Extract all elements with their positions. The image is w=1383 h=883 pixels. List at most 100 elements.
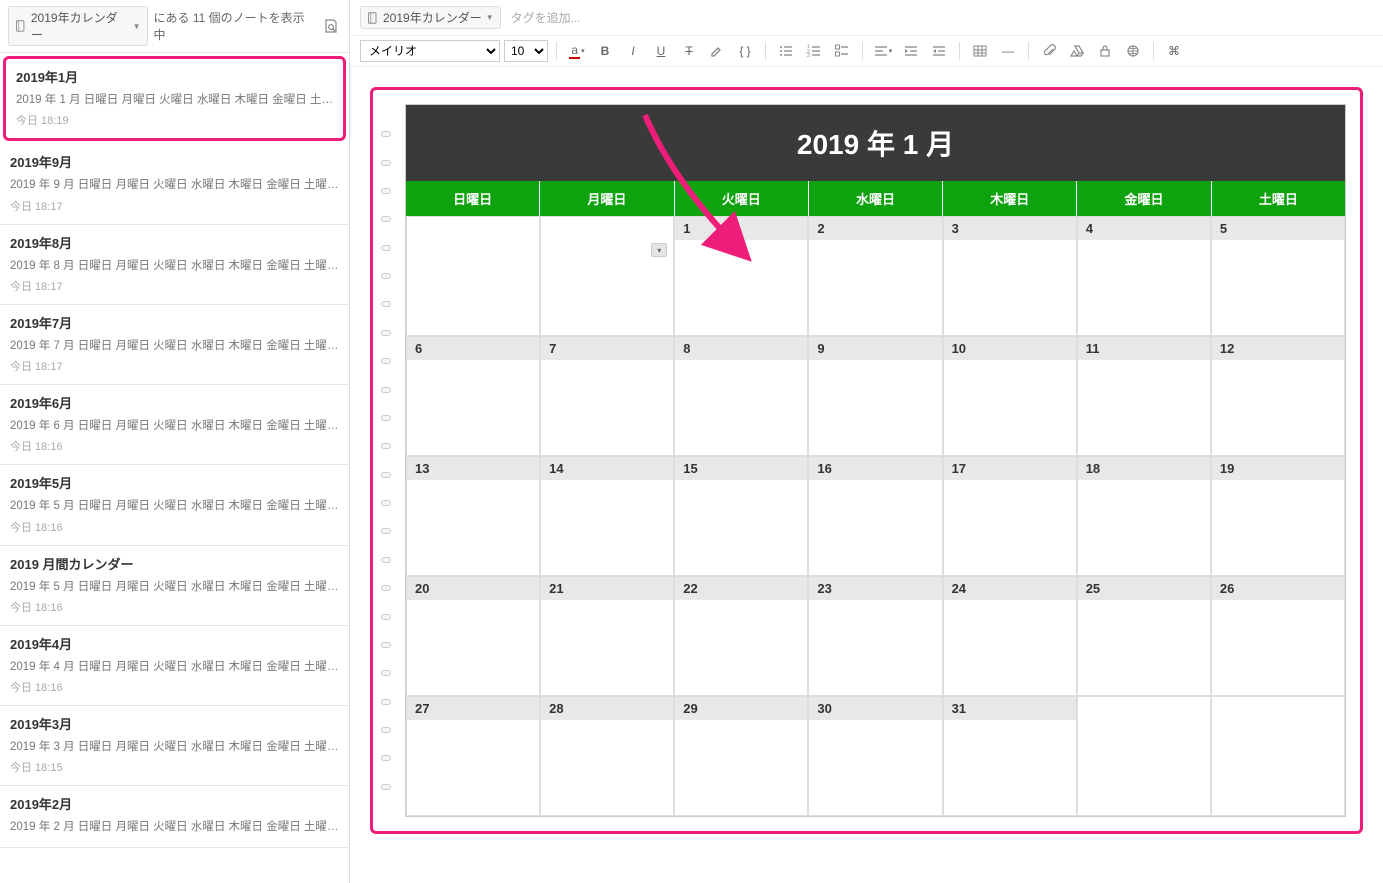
calendar-cell[interactable]: 4 [1077, 216, 1211, 336]
note-title: 2019年8月 [10, 233, 339, 252]
calendar-cell[interactable]: 1 [674, 216, 808, 336]
note-preview: 2019 年 5 月 日曜日 月曜日 火曜日 水曜日 木曜日 金曜日 土曜日 1… [10, 579, 339, 596]
calendar-cell[interactable]: 12 [1211, 336, 1345, 456]
align-button[interactable]: ▾ [871, 40, 895, 62]
calendar-cell[interactable]: 17 [943, 456, 1077, 576]
calendar-cell[interactable]: 15 [674, 456, 808, 576]
highlight-button[interactable] [705, 40, 729, 62]
calendar-date: 8 [675, 337, 807, 360]
calendar-cell[interactable] [1211, 696, 1345, 816]
note-item[interactable]: 2019 月間カレンダー2019 年 5 月 日曜日 月曜日 火曜日 水曜日 木… [0, 546, 349, 626]
calendar-cell[interactable]: 20 [406, 576, 540, 696]
calendar-date: 19 [1212, 457, 1344, 480]
bullet-list-button[interactable] [774, 40, 798, 62]
strikethrough-button[interactable]: T [677, 40, 701, 62]
calendar-cell[interactable]: 18 [1077, 456, 1211, 576]
tag-input[interactable]: タグを追加... [511, 9, 581, 26]
code-block-button[interactable]: { } [733, 40, 757, 62]
link-button[interactable] [1121, 40, 1145, 62]
editor-viewport[interactable]: 2019 年 1 月 日曜日月曜日火曜日水曜日木曜日金曜日土曜日 ▾123456… [350, 67, 1383, 883]
note-time: 今日 18:17 [10, 198, 339, 214]
font-color-button[interactable]: a▾ [565, 40, 589, 62]
calendar-cell[interactable]: 27 [406, 696, 540, 816]
bold-button[interactable]: B [593, 40, 617, 62]
note-time: 今日 18:16 [10, 679, 339, 695]
calendar-date: 14 [541, 457, 673, 480]
editor-header: 2019年カレンダー ▼ タグを追加... [350, 0, 1383, 36]
calendar-cell[interactable]: 25 [1077, 576, 1211, 696]
note-item[interactable]: 2019年2月2019 年 2 月 日曜日 月曜日 火曜日 水曜日 木曜日 金曜… [0, 786, 349, 847]
calendar-cell[interactable]: 6 [406, 336, 540, 456]
calendar-date: 10 [944, 337, 1076, 360]
calendar-cell[interactable]: 28 [540, 696, 674, 816]
calendar-cell[interactable]: 21 [540, 576, 674, 696]
attachment-button[interactable] [1037, 40, 1061, 62]
outdent-button[interactable] [927, 40, 951, 62]
note-preview: 2019 年 5 月 日曜日 月曜日 火曜日 水曜日 木曜日 金曜日 土曜日 1… [10, 498, 339, 515]
editor-notebook-label: 2019年カレンダー [383, 9, 482, 26]
note-item[interactable]: 2019年1月2019 年 1 月 日曜日 月曜日 火曜日 水曜日 木曜日 金曜… [3, 56, 346, 141]
note-title: 2019年7月 [10, 313, 339, 332]
calendar-cell[interactable]: 10 [943, 336, 1077, 456]
calendar-cell[interactable]: 5 [1211, 216, 1345, 336]
horizontal-rule-button[interactable]: — [996, 40, 1020, 62]
calendar-cell[interactable]: 16 [808, 456, 942, 576]
notebook-selector[interactable]: 2019年カレンダー ▼ [8, 6, 148, 46]
font-family-select[interactable]: メイリオ [360, 40, 500, 62]
cell-dropdown-icon[interactable]: ▾ [651, 243, 667, 257]
calendar-cell[interactable]: 29 [674, 696, 808, 816]
calendar-row: 20212223242526 [406, 576, 1345, 696]
calendar-cell[interactable]: 14 [540, 456, 674, 576]
calendar-cell[interactable]: 19 [1211, 456, 1345, 576]
italic-button[interactable]: I [621, 40, 645, 62]
calendar-cell[interactable]: ▾ [540, 216, 674, 336]
calendar-date [1078, 697, 1210, 720]
keyboard-shortcut-icon[interactable]: ⌘ [1162, 40, 1186, 62]
note-title: 2019年1月 [16, 67, 333, 86]
calendar-cell[interactable]: 7 [540, 336, 674, 456]
note-item[interactable]: 2019年8月 2019 年 8 月 日曜日 月曜日 火曜日 水曜日 木曜日 金曜… [0, 225, 349, 305]
encrypt-button[interactable] [1093, 40, 1117, 62]
note-item[interactable]: 2019年7月2019 年 7 月 日曜日 月曜日 火曜日 水曜日 木曜日 金曜… [0, 305, 349, 385]
calendar-date: 15 [675, 457, 807, 480]
calendar-cell[interactable]: 26 [1211, 576, 1345, 696]
note-item[interactable]: 2019年9月2019 年 9 月 日曜日 月曜日 火曜日 水曜日 木曜日 金曜… [0, 144, 349, 224]
note-item[interactable]: 2019年6月2019 年 6 月 日曜日 月曜日 火曜日 水曜日 木曜日 金曜… [0, 385, 349, 465]
calendar-date: 6 [407, 337, 539, 360]
note-item[interactable]: 2019年4月2019 年 4 月 日曜日 月曜日 火曜日 水曜日 木曜日 金曜… [0, 626, 349, 706]
calendar-cell[interactable]: 24 [943, 576, 1077, 696]
calendar-day-header: 日曜日 [406, 181, 540, 216]
numbered-list-button[interactable]: 123 [802, 40, 826, 62]
calendar-cell[interactable]: 9 [808, 336, 942, 456]
indent-button[interactable] [899, 40, 923, 62]
calendar-date: 2 [809, 217, 941, 240]
calendar-header-row: 日曜日月曜日火曜日水曜日木曜日金曜日土曜日 [406, 181, 1345, 216]
calendar-cell[interactable]: 22 [674, 576, 808, 696]
calendar-cell[interactable]: 3 [943, 216, 1077, 336]
calendar-cell[interactable]: 13 [406, 456, 540, 576]
calendar-date: 27 [407, 697, 539, 720]
underline-button[interactable]: U [649, 40, 673, 62]
google-drive-button[interactable] [1065, 40, 1089, 62]
checklist-button[interactable] [830, 40, 854, 62]
note-preview: 2019 年 2 月 日曜日 月曜日 火曜日 水曜日 木曜日 金曜日 土曜日 1… [10, 819, 339, 836]
table-button[interactable] [968, 40, 992, 62]
calendar-date: 16 [809, 457, 941, 480]
calendar-cell[interactable]: 11 [1077, 336, 1211, 456]
font-size-select[interactable]: 10 [504, 40, 548, 62]
note-item[interactable]: 2019年3月2019 年 3 月 日曜日 月曜日 火曜日 水曜日 木曜日 金曜… [0, 706, 349, 786]
note-item[interactable]: 2019年5月2019 年 5 月 日曜日 月曜日 火曜日 水曜日 木曜日 金曜… [0, 465, 349, 545]
note-count-text: にある 11 個のノートを表示中 [154, 9, 316, 43]
calendar-cell[interactable] [1077, 696, 1211, 816]
calendar-cell[interactable]: 30 [808, 696, 942, 816]
calendar-cell[interactable] [406, 216, 540, 336]
sidebar-header: 2019年カレンダー ▼ にある 11 個のノートを表示中 [0, 0, 349, 53]
search-within-button[interactable] [321, 16, 341, 36]
editor-notebook-selector[interactable]: 2019年カレンダー ▼ [360, 6, 501, 29]
calendar-cell[interactable]: 2 [808, 216, 942, 336]
calendar-cell[interactable]: 23 [808, 576, 942, 696]
note-list[interactable]: 2019年1月2019 年 1 月 日曜日 月曜日 火曜日 水曜日 木曜日 金曜… [0, 53, 349, 883]
calendar-cell[interactable]: 8 [674, 336, 808, 456]
note-preview: 2019 年 8 月 日曜日 月曜日 火曜日 水曜日 木曜日 金曜日 土曜日 1… [10, 258, 339, 275]
calendar-cell[interactable]: 31 [943, 696, 1077, 816]
